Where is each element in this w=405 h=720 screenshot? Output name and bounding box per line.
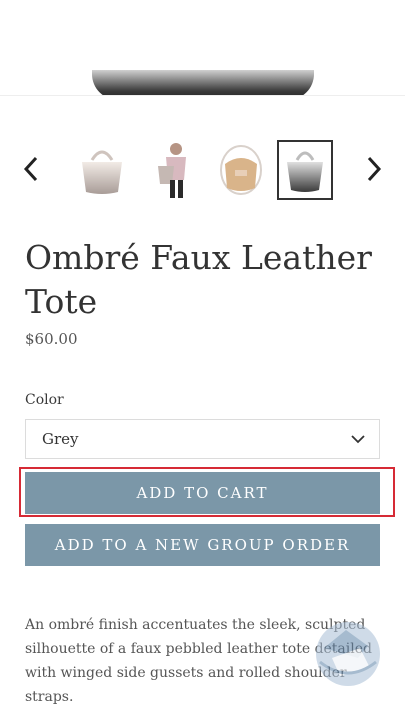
- thumbnail-1[interactable]: [74, 140, 130, 200]
- thumbnail-tote-front: [82, 150, 122, 194]
- main-image-bag-bottom: [92, 70, 314, 96]
- gallery-next-button[interactable]: [363, 152, 385, 186]
- chevron-left-icon: [23, 156, 38, 182]
- chevron-right-icon: [367, 156, 382, 182]
- thumbnail-4-selected[interactable]: [277, 140, 333, 200]
- thumbnail-tote-open: [220, 145, 262, 195]
- product-price: $60.00: [25, 330, 78, 348]
- color-label: Color: [25, 392, 64, 408]
- add-to-cart-button[interactable]: ADD TO CART: [25, 472, 380, 514]
- color-select[interactable]: Grey: [25, 419, 380, 459]
- color-select-value: Grey: [42, 430, 79, 448]
- main-product-image: [0, 0, 405, 96]
- gallery-prev-button[interactable]: [20, 152, 42, 186]
- product-title: Ombré Faux Leather Tote: [25, 238, 372, 321]
- add-to-group-order-button[interactable]: ADD TO A NEW GROUP ORDER: [25, 524, 380, 566]
- chevron-down-icon: [351, 435, 365, 444]
- thumbnail-3[interactable]: [213, 140, 269, 200]
- thumbnail-2[interactable]: [146, 140, 202, 200]
- thumbnail-tote-grey: [287, 151, 323, 192]
- thumbnail-model: [158, 143, 186, 198]
- hero-divider: [0, 95, 405, 96]
- watermark-logo: [310, 618, 386, 688]
